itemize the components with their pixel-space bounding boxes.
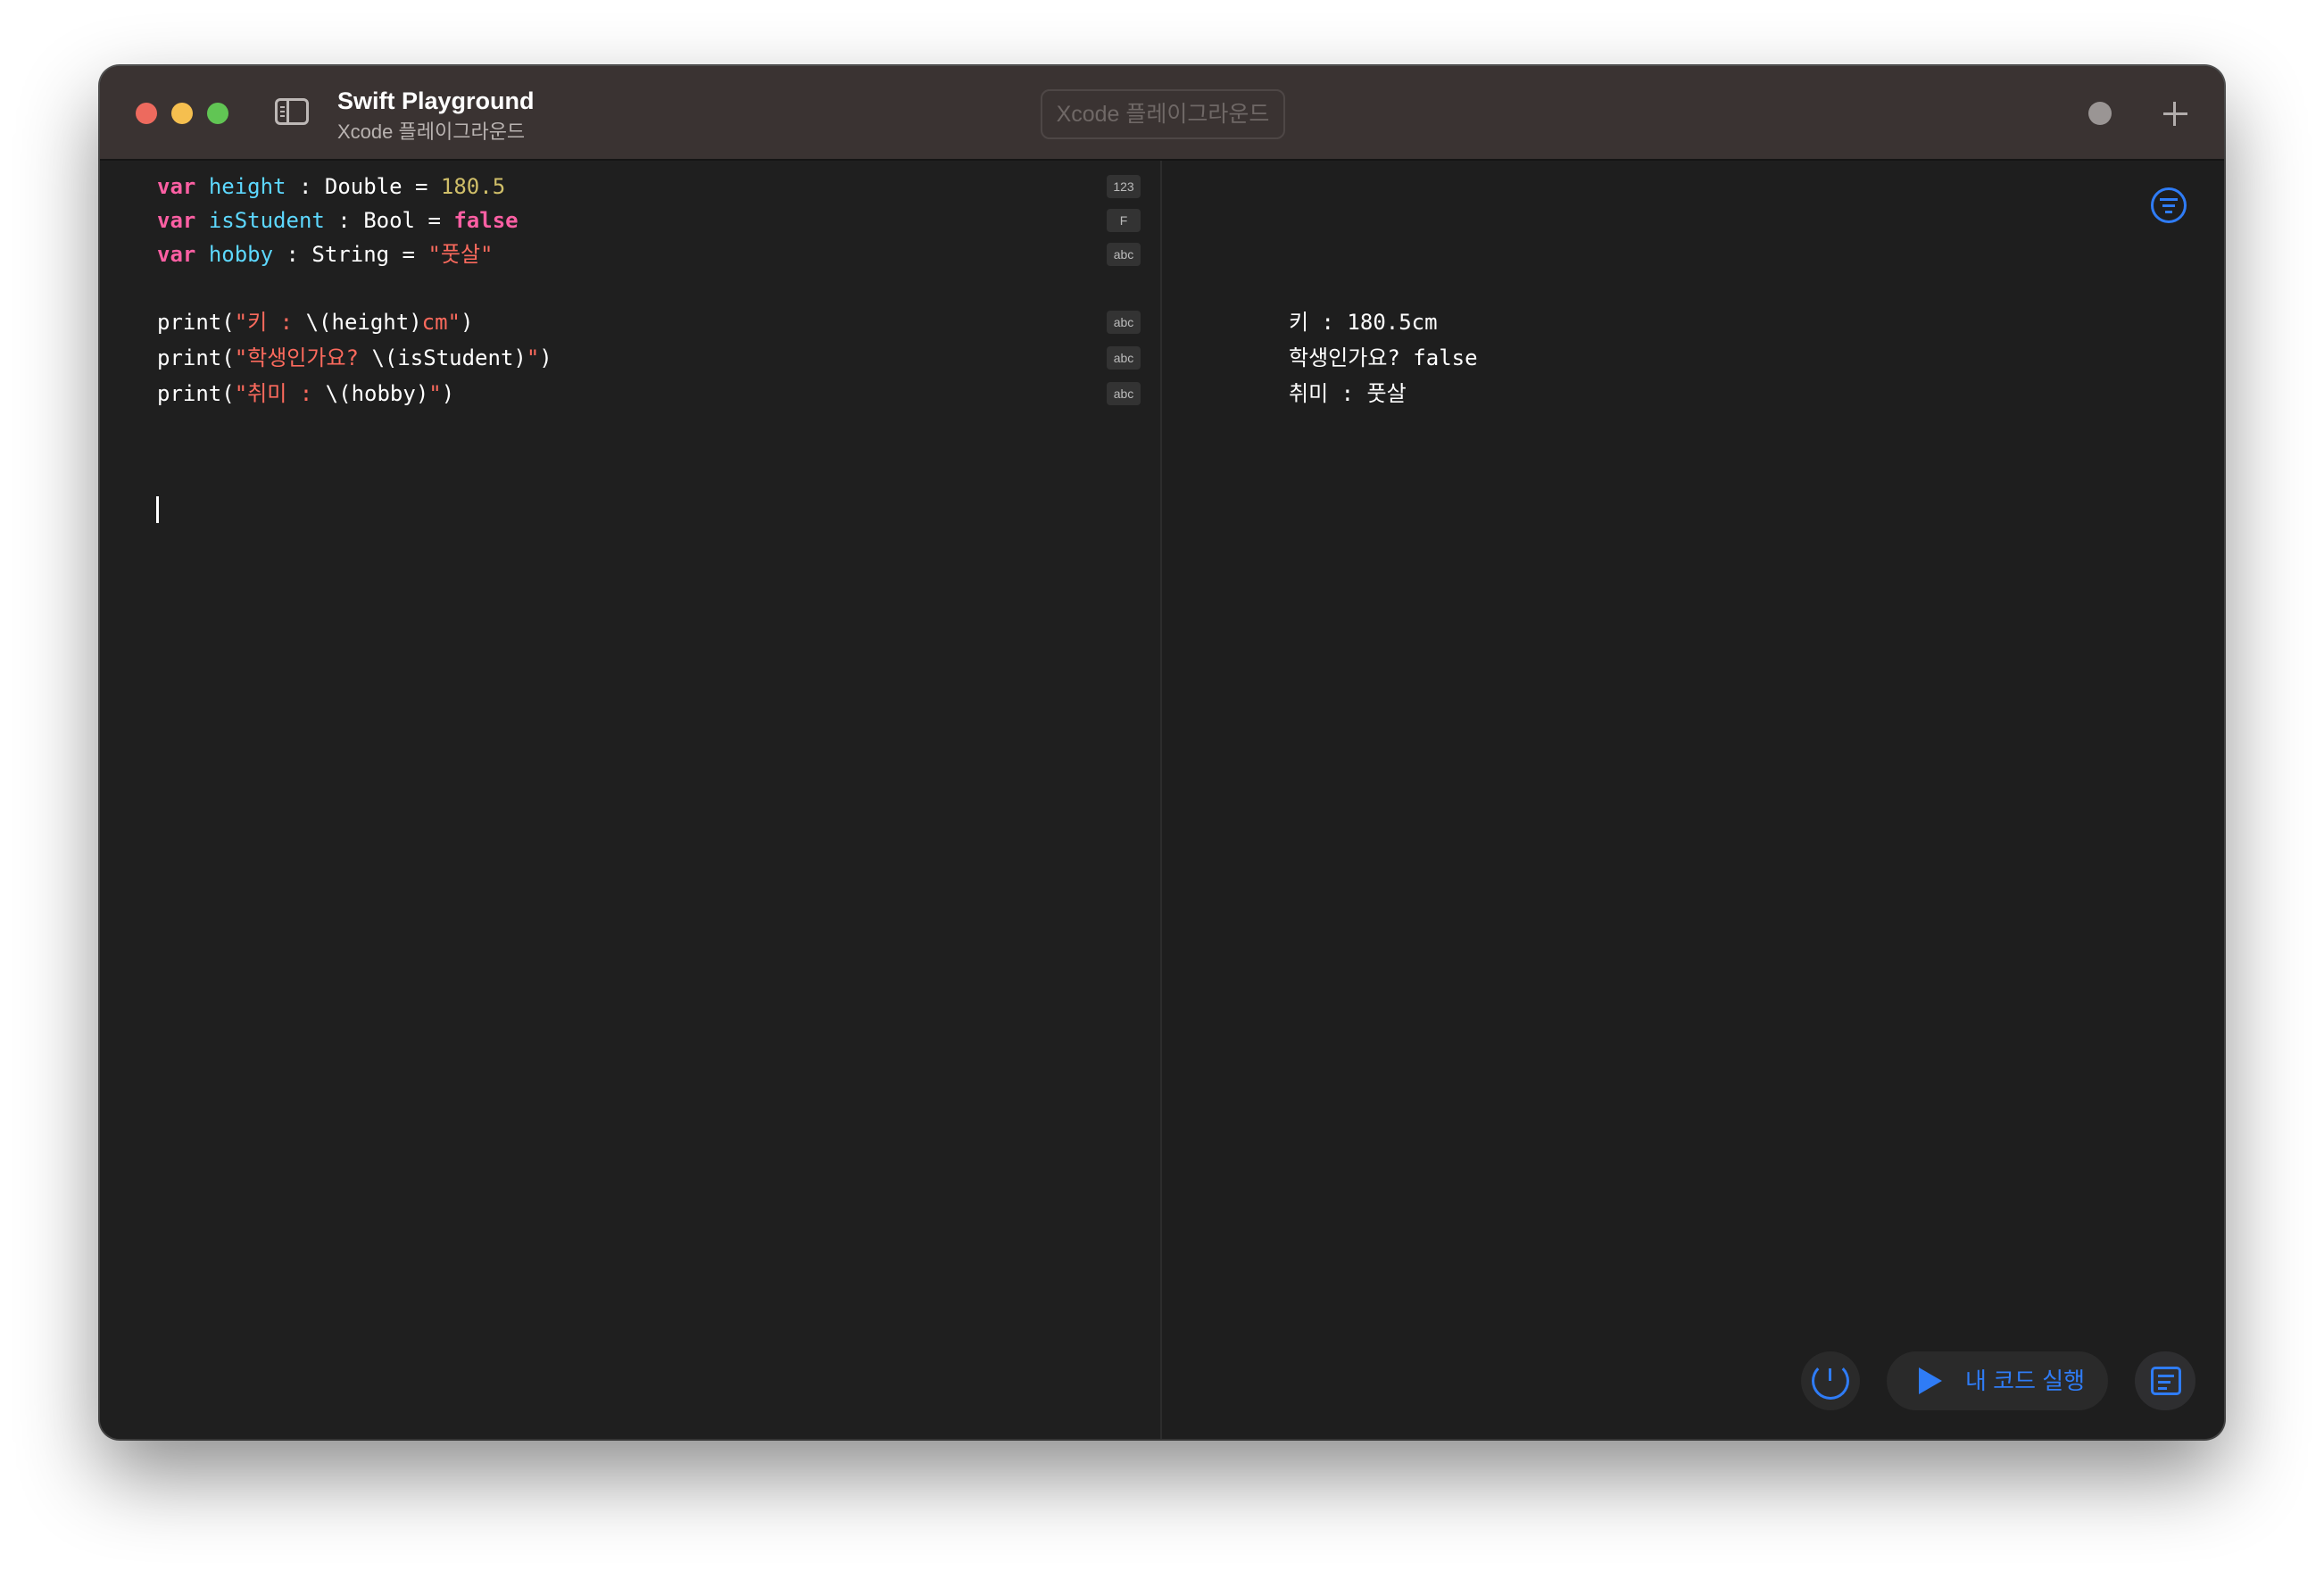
- code-line: var hobby : String = "풋살": [157, 242, 494, 267]
- playground-window: Swift Playground Xcode 플레이그라운드 Xcode 플레이…: [100, 66, 2224, 1439]
- run-code-button[interactable]: 내 코드 실행: [1887, 1351, 2108, 1410]
- console-line: 학생인가요? false: [1289, 345, 1478, 370]
- result-badge[interactable]: 123: [1107, 175, 1141, 198]
- result-badge[interactable]: abc: [1107, 382, 1141, 405]
- code-line: var height : Double = 180.5: [157, 174, 506, 199]
- code-line: print("취미 : \(hobby)"): [157, 381, 455, 406]
- window-subtitle: Xcode 플레이그라운드: [337, 121, 526, 143]
- result-badge[interactable]: F: [1107, 209, 1141, 232]
- code-line: print("키 : \(height)cm"): [157, 310, 474, 335]
- result-badge[interactable]: abc: [1107, 346, 1141, 370]
- code-line: print("학생인가요? \(isStudent)"): [157, 345, 552, 370]
- console-toggle-button[interactable]: [2135, 1351, 2195, 1410]
- code-line: var isStudent : Bool = false: [157, 208, 519, 233]
- status-indicator-icon: [2088, 102, 2112, 125]
- console-line: 취미 : 풋살: [1289, 381, 1407, 406]
- zoom-window-button[interactable]: [207, 103, 228, 124]
- console-icon: [2151, 1367, 2181, 1395]
- close-window-button[interactable]: [136, 103, 157, 124]
- play-icon: [1919, 1367, 1942, 1394]
- add-icon[interactable]: [2158, 96, 2192, 130]
- result-badge[interactable]: abc: [1107, 243, 1141, 266]
- text-cursor: [156, 496, 159, 523]
- console-output-pane: 키 : 180.5cm 학생인가요? false 취미 : 풋살: [1162, 161, 2224, 1439]
- sidebar-toggle-icon[interactable]: [275, 98, 309, 125]
- search-field[interactable]: Xcode 플레이그라운드: [1041, 89, 1285, 139]
- minimize-window-button[interactable]: [171, 103, 193, 124]
- execution-timer-button[interactable]: [1801, 1351, 1860, 1410]
- window-title: Swift Playground: [337, 87, 535, 114]
- result-badge[interactable]: abc: [1107, 311, 1141, 334]
- filter-icon[interactable]: [2151, 187, 2187, 223]
- title-bar: Swift Playground Xcode 플레이그라운드 Xcode 플레이…: [100, 66, 2224, 161]
- run-code-label: 내 코드 실행: [1965, 1367, 2086, 1394]
- code-editor[interactable]: var height : Double = 180.5 var isStuden…: [100, 161, 1160, 1439]
- console-line: 키 : 180.5cm: [1289, 310, 1438, 335]
